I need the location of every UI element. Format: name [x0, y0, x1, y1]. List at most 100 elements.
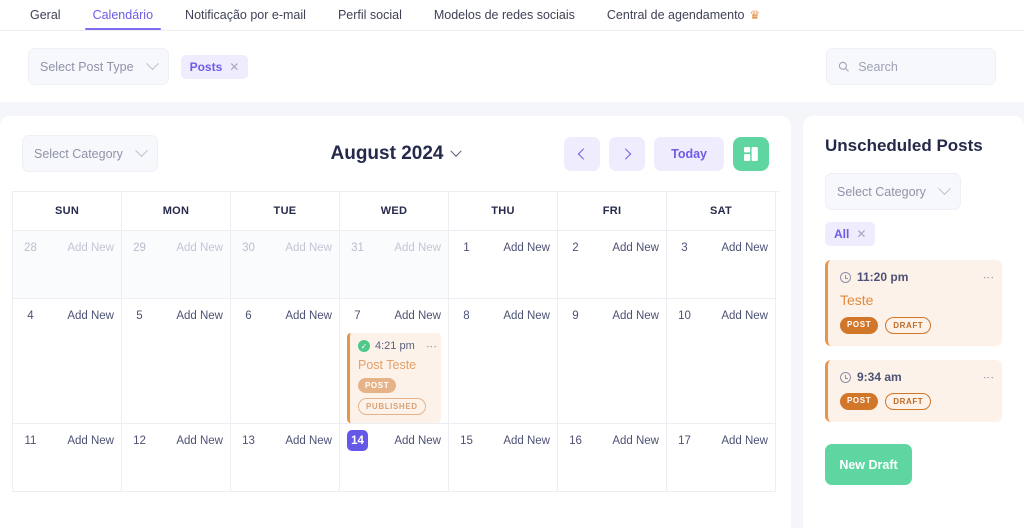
calendar-day-cell[interactable]: 5 Add New: [122, 299, 231, 424]
calendar-category-select-label: Select Category: [34, 146, 123, 161]
add-new-link[interactable]: Add New: [285, 310, 332, 322]
calendar-day-cell[interactable]: 4 Add New: [13, 299, 122, 424]
kebab-menu-icon[interactable]: ⋮: [425, 341, 437, 352]
add-new-link[interactable]: Add New: [394, 310, 441, 322]
panel-title: Unscheduled Posts: [825, 136, 983, 155]
add-new-link[interactable]: Add New: [721, 310, 768, 322]
sidebar-filter-chip-all[interactable]: All ✕: [825, 222, 876, 246]
nav-tab-1[interactable]: Calendário: [77, 7, 169, 31]
calendar-day-cell[interactable]: 11 Add New: [13, 424, 122, 492]
day-number: 28: [24, 241, 37, 254]
post-time: 9:34 am: [857, 370, 902, 384]
chevron-left-icon: [577, 147, 590, 160]
nav-tab-3[interactable]: Perfil social: [322, 8, 418, 31]
search-input[interactable]: [858, 59, 984, 74]
next-month-button[interactable]: [609, 136, 646, 171]
post-type-select[interactable]: Select Post Type: [28, 48, 169, 85]
post-badges: POST DRAFT: [840, 317, 990, 334]
day-cell-header: 17 Add New: [674, 430, 768, 451]
calendar-day-cell[interactable]: 16 Add New: [558, 424, 667, 492]
add-new-link[interactable]: Add New: [285, 435, 332, 447]
add-new-link[interactable]: Add New: [721, 242, 768, 254]
layout-grid-icon: [744, 146, 758, 161]
calendar-day-cell[interactable]: 29 Add New: [122, 231, 231, 299]
month-title[interactable]: August 2024: [281, 143, 511, 165]
calendar-day-cell[interactable]: 12 Add New: [122, 424, 231, 492]
nav-tab-label: Calendário: [92, 7, 154, 22]
kebab-menu-icon[interactable]: ⋮: [982, 272, 994, 283]
card-header: 11:20 pm ⋮: [840, 270, 994, 284]
day-number: 31: [351, 241, 364, 254]
filter-chip-label: Posts: [189, 59, 223, 74]
kebab-menu-icon[interactable]: ⋮: [982, 372, 994, 383]
check-circle-icon: ✓: [358, 340, 370, 352]
nav-tab-2[interactable]: Notificação por e-mail: [169, 8, 322, 31]
add-new-link[interactable]: Add New: [67, 310, 114, 322]
unscheduled-post-card[interactable]: 11:20 pm ⋮ Teste POST DRAFT: [825, 260, 1002, 346]
search-box[interactable]: [826, 48, 996, 85]
calendar-day-cell[interactable]: 13 Add New: [231, 424, 340, 492]
add-new-link[interactable]: Add New: [503, 242, 550, 254]
calendar-day-cell[interactable]: 2 Add New: [558, 231, 667, 299]
add-new-link[interactable]: Add New: [612, 310, 659, 322]
add-new-link[interactable]: Add New: [503, 435, 550, 447]
day-cell-header: 13 Add New: [238, 430, 332, 451]
add-new-link[interactable]: Add New: [176, 435, 223, 447]
nav-tab-0[interactable]: Geral: [14, 8, 77, 31]
calendar-day-cell[interactable]: 9 Add New: [558, 299, 667, 424]
add-new-link[interactable]: Add New: [394, 435, 441, 447]
new-draft-button[interactable]: New Draft: [825, 444, 912, 485]
close-icon[interactable]: ✕: [229, 60, 239, 74]
add-new-link[interactable]: Add New: [721, 435, 768, 447]
calendar-day-cell[interactable]: 6 Add New: [231, 299, 340, 424]
nav-tab-4[interactable]: Modelos de redes sociais: [418, 8, 591, 31]
add-new-link[interactable]: Add New: [67, 242, 114, 254]
calendar-day-cell[interactable]: 30 Add New: [231, 231, 340, 299]
unscheduled-post-card[interactable]: 9:34 am ⋮ POST DRAFT: [825, 360, 1002, 422]
day-number: 12: [129, 430, 150, 451]
day-cell-header: 3 Add New: [674, 237, 768, 258]
day-cell-header: 9 Add New: [565, 305, 659, 326]
calendar-day-cell[interactable]: 15 Add New: [449, 424, 558, 492]
event-title: Post Teste: [358, 358, 417, 372]
add-new-link[interactable]: Add New: [285, 242, 332, 254]
calendar-day-cell[interactable]: 31 Add New: [340, 231, 449, 299]
calendar-day-cell[interactable]: 7 Add New ✓ 4:21 pm ⋮ Post Teste POST PUBLISHED: [340, 299, 449, 424]
calendar-toolbar: Select Category August 2024 Today: [12, 116, 779, 191]
view-toggle-button[interactable]: [733, 136, 769, 171]
add-new-link[interactable]: Add New: [503, 310, 550, 322]
day-number: 8: [456, 305, 477, 326]
calendar-day-cell[interactable]: 10 Add New: [667, 299, 776, 424]
add-new-link[interactable]: Add New: [394, 242, 441, 254]
calendar-event-card[interactable]: ✓ 4:21 pm ⋮ Post Teste POST PUBLISHED: [347, 333, 441, 423]
add-new-link[interactable]: Add New: [612, 435, 659, 447]
add-new-link[interactable]: Add New: [612, 242, 659, 254]
calendar-day-cell[interactable]: 1 Add New: [449, 231, 558, 299]
calendar-day-cell[interactable]: 8 Add New: [449, 299, 558, 424]
dow-header-cell: THU: [449, 192, 558, 231]
nav-tab-label: Central de agendamento: [606, 7, 745, 22]
dow-header-cell: MON: [122, 192, 231, 231]
chevron-right-icon: [620, 147, 632, 160]
event-badges: POST PUBLISHED: [358, 378, 433, 415]
add-new-link[interactable]: Add New: [176, 310, 223, 322]
calendar-category-select[interactable]: Select Category: [22, 135, 158, 172]
calendar-day-cell[interactable]: 14 Add New: [340, 424, 449, 492]
calendar-day-cell[interactable]: 28 Add New: [13, 231, 122, 299]
unscheduled-posts-panel: Unscheduled Posts Select Category All ✕ …: [803, 116, 1024, 528]
add-new-link[interactable]: Add New: [176, 242, 223, 254]
close-icon[interactable]: ✕: [856, 227, 866, 241]
day-number: 4: [20, 305, 41, 326]
nav-tab-5[interactable]: Central de agendamento ♛: [591, 7, 776, 31]
day-number: 13: [238, 430, 259, 451]
add-new-link[interactable]: Add New: [67, 435, 114, 447]
sidebar-category-select[interactable]: Select Category: [825, 173, 961, 210]
month-title-label: August 2024: [330, 142, 444, 164]
day-cell-header: 16 Add New: [565, 430, 659, 451]
calendar-day-cell[interactable]: 17 Add New: [667, 424, 776, 492]
filter-chip-posts[interactable]: Posts ✕: [180, 54, 249, 79]
dow-header-cell: SAT: [667, 192, 776, 231]
today-button[interactable]: Today: [654, 136, 724, 171]
calendar-day-cell[interactable]: 3 Add New: [667, 231, 776, 299]
prev-month-button[interactable]: [564, 136, 601, 171]
